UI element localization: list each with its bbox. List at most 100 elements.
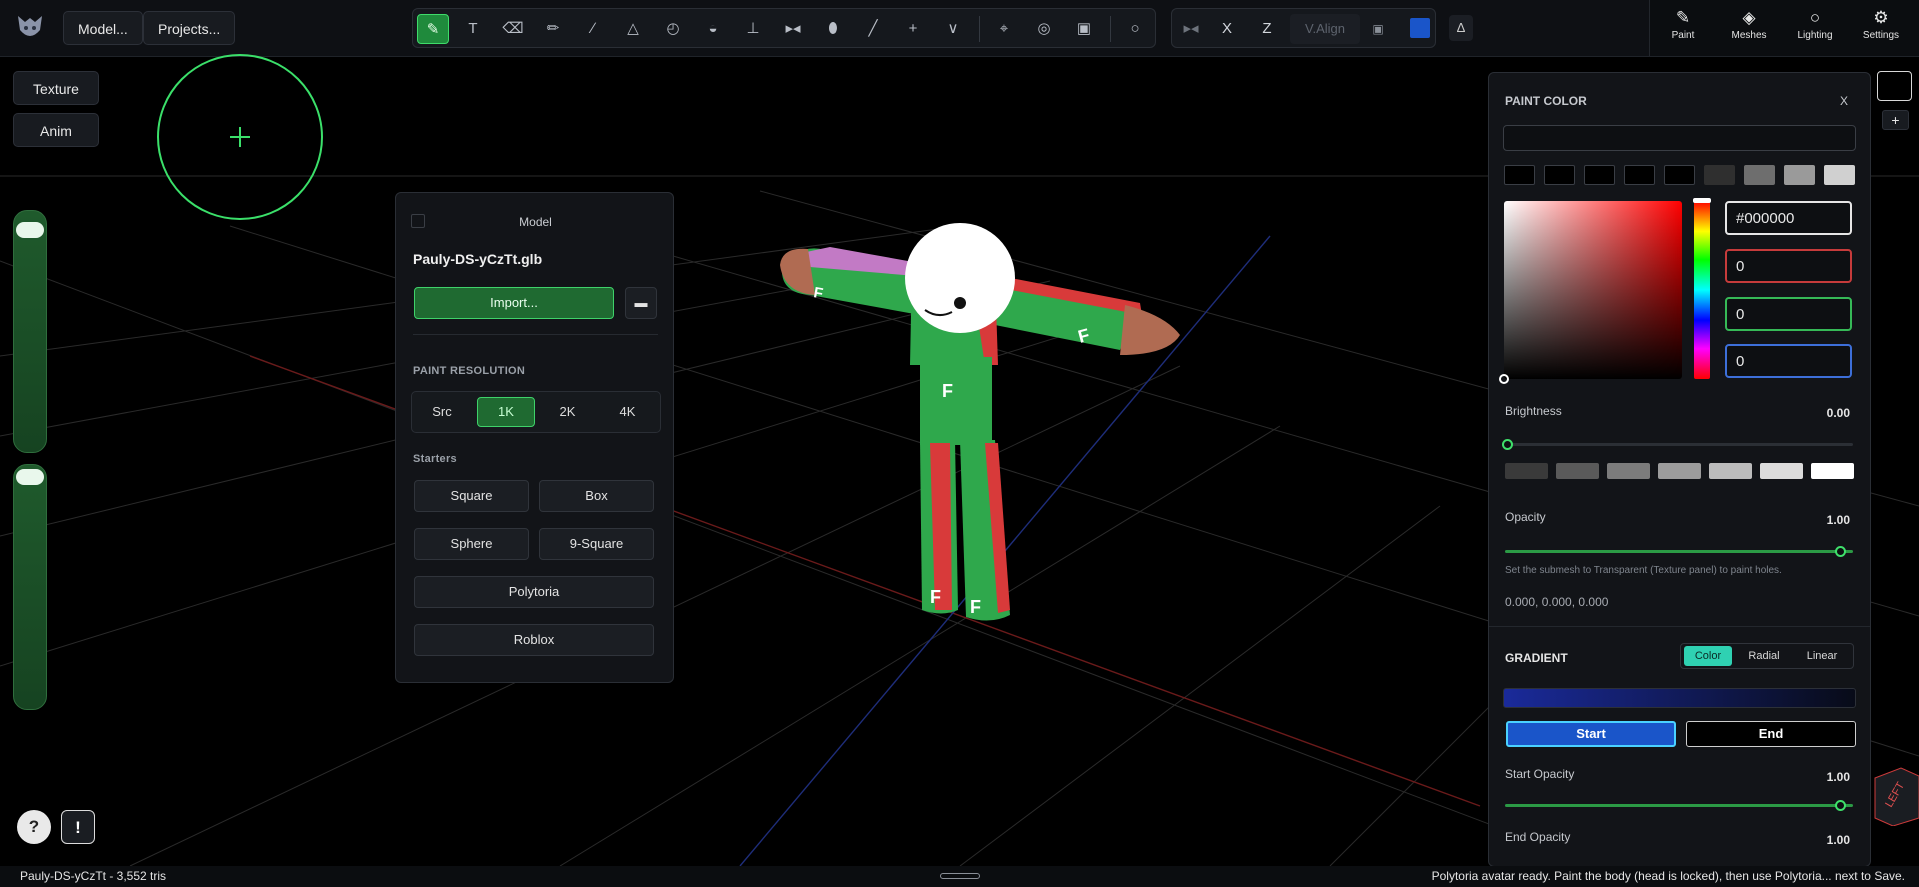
nav-paint[interactable]: ✎ Paint bbox=[1652, 6, 1714, 52]
folder-icon[interactable]: ▬ bbox=[625, 287, 657, 319]
gradient-tab-color[interactable]: Color bbox=[1684, 646, 1732, 666]
starter-square-button[interactable]: Square bbox=[414, 480, 529, 512]
resolution-src[interactable]: Src bbox=[417, 397, 467, 427]
blue-input[interactable]: 0 bbox=[1725, 344, 1852, 378]
pencil-tool-icon[interactable]: ✏ bbox=[537, 14, 569, 44]
help-button[interactable]: ? bbox=[17, 810, 51, 844]
recent-swatch[interactable] bbox=[1584, 165, 1615, 185]
recent-swatch[interactable] bbox=[1504, 165, 1535, 185]
nav-meshes-label: Meshes bbox=[1731, 30, 1767, 41]
eraser-tool-icon[interactable]: ⌫ bbox=[497, 14, 529, 44]
status-bar: Pauly-DS-yCzTt - 3,552 tris Polytoria av… bbox=[0, 866, 1919, 887]
start-opacity-knob[interactable] bbox=[1835, 800, 1846, 811]
mirror-axis-icon[interactable]: ▸◂ bbox=[1176, 14, 1206, 44]
starter-9-square-button[interactable]: 9-Square bbox=[539, 528, 654, 560]
axis-z-button[interactable]: Z bbox=[1252, 14, 1282, 44]
model-menu-button[interactable]: Model... bbox=[63, 11, 143, 45]
resolution-2k[interactable]: 2K bbox=[540, 397, 595, 427]
lock-icon[interactable]: ▣ bbox=[1068, 14, 1100, 44]
gradient-tab-radial[interactable]: Radial bbox=[1739, 646, 1789, 666]
brightness-knob[interactable] bbox=[1502, 439, 1513, 450]
line-tool-icon[interactable]: ∕ bbox=[577, 14, 609, 44]
anim-button[interactable]: Anim bbox=[13, 113, 99, 147]
hue-handle[interactable] bbox=[1693, 198, 1711, 203]
green-input[interactable]: 0 bbox=[1725, 297, 1852, 331]
recent-swatch[interactable] bbox=[1824, 165, 1855, 185]
brush-opacity-slider[interactable] bbox=[13, 464, 47, 710]
recent-swatch[interactable] bbox=[1704, 165, 1735, 185]
opacity-knob[interactable] bbox=[1835, 546, 1846, 557]
recent-swatch[interactable] bbox=[1544, 165, 1575, 185]
starter-box-button[interactable]: Box bbox=[539, 480, 654, 512]
app-logo-icon[interactable] bbox=[14, 12, 46, 44]
resolution-4k[interactable]: 4K bbox=[600, 397, 655, 427]
chevron-down-icon[interactable]: ∨ bbox=[937, 14, 969, 44]
plus-tool-icon[interactable]: + bbox=[897, 14, 929, 44]
gradient-tab-linear[interactable]: Linear bbox=[1796, 646, 1848, 666]
camera-preview-button[interactable] bbox=[1877, 71, 1912, 101]
paint-color-panel: PAINT COLOR X #000000 0 0 0 Brightness 0… bbox=[1488, 72, 1871, 867]
projects-menu-button[interactable]: Projects... bbox=[143, 11, 236, 45]
lightbulb-icon: ○ bbox=[1809, 8, 1821, 27]
texture-button[interactable]: Texture bbox=[13, 71, 99, 105]
gray-swatch[interactable] bbox=[1556, 463, 1599, 479]
lightbulb-icon[interactable]: ○ bbox=[1119, 14, 1151, 44]
recent-swatch[interactable] bbox=[1784, 165, 1815, 185]
bucket-tool-icon[interactable]: ◴ bbox=[657, 14, 689, 44]
triangle-tool-icon[interactable]: △ bbox=[617, 14, 649, 44]
recent-swatch[interactable] bbox=[1664, 165, 1695, 185]
crosshair-icon[interactable]: ◎ bbox=[1028, 14, 1060, 44]
valign-input[interactable]: V.Align bbox=[1290, 14, 1360, 44]
lock-icon[interactable]: ▣ bbox=[1366, 14, 1390, 44]
avatar-model[interactable]: F F F F F bbox=[770, 215, 1190, 635]
starter-roblox-button[interactable]: Roblox bbox=[414, 624, 654, 656]
text-tool-icon[interactable]: T bbox=[457, 14, 489, 44]
divider bbox=[1489, 626, 1870, 627]
svg-text:F: F bbox=[942, 381, 953, 401]
starter-sphere-button[interactable]: Sphere bbox=[414, 528, 529, 560]
gray-swatch[interactable] bbox=[1505, 463, 1548, 479]
gradient-preview-bar bbox=[1503, 688, 1856, 708]
ellipse-tool-icon[interactable]: ⬮ bbox=[817, 14, 849, 44]
target-icon[interactable]: ⌖ bbox=[988, 14, 1020, 44]
hue-slider[interactable] bbox=[1693, 198, 1711, 379]
fill-tool-icon[interactable]: ◒ bbox=[697, 14, 729, 44]
opacity-handle-icon[interactable] bbox=[16, 469, 44, 485]
brush-tool-icon[interactable]: ✎ bbox=[417, 14, 449, 44]
import-button[interactable]: Import... bbox=[414, 287, 614, 319]
flask-icon[interactable]: ∆ bbox=[1449, 15, 1473, 41]
gray-swatch[interactable] bbox=[1811, 463, 1854, 479]
brush-size-slider[interactable] bbox=[13, 210, 47, 453]
gray-swatch[interactable] bbox=[1709, 463, 1752, 479]
gradient-start-button[interactable]: Start bbox=[1506, 721, 1676, 747]
hex-input[interactable]: #000000 bbox=[1725, 201, 1852, 235]
start-opacity-slider[interactable] bbox=[1505, 804, 1853, 807]
alert-button[interactable]: ! bbox=[61, 810, 95, 844]
eyedropper-tool-icon[interactable]: ╱ bbox=[857, 14, 889, 44]
saturation-value-picker[interactable] bbox=[1499, 201, 1682, 384]
stamp-tool-icon[interactable]: ⊥ bbox=[737, 14, 769, 44]
gray-swatch[interactable] bbox=[1760, 463, 1803, 479]
gradient-end-button[interactable]: End bbox=[1686, 721, 1856, 747]
mirror-tool-icon[interactable]: ▸◂ bbox=[777, 14, 809, 44]
axis-x-button[interactable]: X bbox=[1212, 14, 1242, 44]
nav-settings[interactable]: ⚙ Settings bbox=[1850, 6, 1912, 52]
current-color-swatch[interactable] bbox=[1410, 18, 1430, 38]
resolution-1k[interactable]: 1K bbox=[477, 397, 535, 427]
opacity-slider[interactable] bbox=[1505, 550, 1853, 553]
brush-icon[interactable] bbox=[16, 222, 44, 238]
close-icon[interactable]: X bbox=[1840, 94, 1848, 108]
brightness-slider[interactable] bbox=[1505, 443, 1853, 446]
gray-swatch[interactable] bbox=[1607, 463, 1650, 479]
picker-handle[interactable] bbox=[1499, 374, 1509, 384]
red-input[interactable]: 0 bbox=[1725, 249, 1852, 283]
gray-swatch[interactable] bbox=[1658, 463, 1701, 479]
add-icon[interactable]: + bbox=[1882, 110, 1909, 130]
resize-handle[interactable] bbox=[940, 873, 980, 879]
nav-lighting[interactable]: ○ Lighting bbox=[1784, 6, 1846, 52]
view-cube-icon[interactable]: LEFT bbox=[1871, 762, 1919, 826]
recent-swatch[interactable] bbox=[1624, 165, 1655, 185]
nav-meshes[interactable]: ◈ Meshes bbox=[1718, 6, 1780, 52]
starter-polytoria-button[interactable]: Polytoria bbox=[414, 576, 654, 608]
recent-swatch[interactable] bbox=[1744, 165, 1775, 185]
